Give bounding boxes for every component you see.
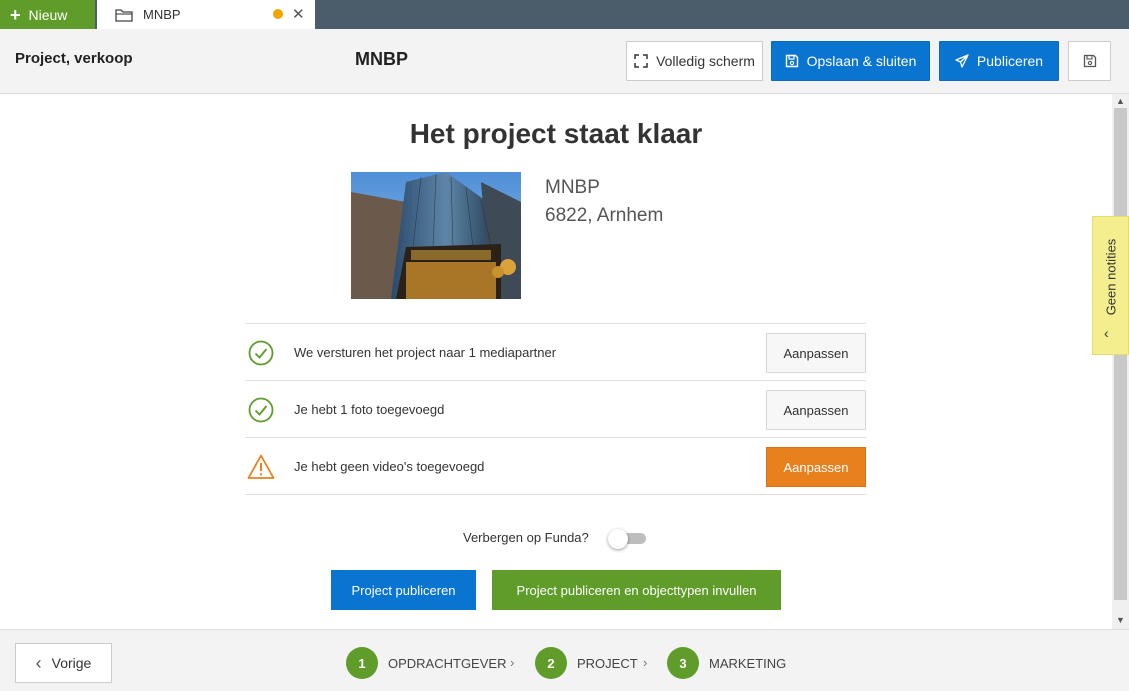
hide-funda-toggle[interactable] [608, 529, 648, 549]
new-button[interactable]: + Nieuw [0, 0, 95, 29]
adjust-videos-button[interactable]: Aanpassen [766, 447, 866, 487]
main-content: Het project staat klaar MNBP 6822, Arnhe… [0, 94, 1112, 629]
close-icon[interactable]: ✕ [292, 5, 305, 23]
save-icon [1083, 54, 1096, 68]
publish-project-button[interactable]: Project publiceren [331, 570, 476, 610]
step-number: 3 [667, 647, 699, 679]
paper-plane-icon [955, 54, 969, 68]
plus-icon: + [10, 4, 21, 25]
publish-objecttypes-button[interactable]: Project publiceren en objecttypen invull… [492, 570, 781, 610]
step-number: 1 [346, 647, 378, 679]
adjust-mediapartner-button[interactable]: Aanpassen [766, 333, 866, 373]
publish-button[interactable]: Publiceren [939, 41, 1059, 81]
save-close-label: Opslaan & sluiten [806, 53, 917, 69]
save-close-button[interactable]: Opslaan & sluiten [771, 41, 930, 81]
tab-strip: + Nieuw MNBP ✕ [0, 0, 1129, 29]
project-address: MNBP 6822, Arnhem [545, 174, 663, 230]
toggle-knob [608, 529, 628, 549]
step-project[interactable]: 2 PROJECT [535, 647, 638, 679]
address-city: 6822, Arnhem [545, 205, 664, 226]
header-bar: Project, verkoop MNBP Volledig scherm Op… [0, 29, 1129, 94]
project-photo [351, 172, 521, 299]
checklist-text: Je hebt 1 foto toegevoegd [294, 402, 445, 417]
adjust-photos-button[interactable]: Aanpassen [766, 390, 866, 430]
save-button[interactable] [1068, 41, 1111, 81]
step-marketing[interactable]: 3 MARKETING [667, 647, 786, 679]
checklist-row-videos: Je hebt geen video's toegevoegd Aanpasse… [245, 438, 866, 495]
previous-label: Vorige [51, 655, 92, 671]
address-name: MNBP [545, 177, 600, 198]
chevron-left-icon: ‹ [1104, 325, 1109, 341]
chevron-right-icon: › [643, 655, 648, 670]
status-heading: Het project staat klaar [409, 118, 703, 149]
scroll-up-icon[interactable]: ▲ [1116, 96, 1125, 106]
check-circle-icon [248, 340, 274, 366]
warning-icon [247, 454, 275, 479]
step-opdrachtgever[interactable]: 1 OPDRACHTGEVER [346, 647, 506, 679]
publish-checklist: We versturen het project naar 1 mediapar… [245, 323, 866, 495]
footer-bar: ‹ Vorige 1 OPDRACHTGEVER › 2 PROJECT › 3… [0, 629, 1129, 691]
folder-icon [115, 8, 133, 22]
checklist-text: We versturen het project naar 1 mediapar… [294, 345, 557, 360]
checklist-text: Je hebt geen video's toegevoegd [294, 459, 485, 474]
document-tab-label: MNBP [143, 7, 181, 22]
publish-label: Publiceren [976, 53, 1044, 69]
document-tab[interactable]: MNBP ✕ [97, 0, 315, 29]
page-title: MNBP [355, 49, 408, 69]
vertical-scrollbar[interactable]: ▲ ▼ [1112, 94, 1129, 629]
fullscreen-label: Volledig scherm [656, 53, 755, 69]
notes-label: Geen notities [1103, 238, 1119, 316]
section-title: Project, verkoop [15, 50, 133, 67]
step-label: OPDRACHTGEVER [388, 655, 507, 671]
fullscreen-button[interactable]: Volledig scherm [626, 41, 763, 81]
checklist-row-mediapartner: We versturen het project naar 1 mediapar… [245, 324, 866, 381]
scroll-down-icon[interactable]: ▼ [1116, 615, 1125, 625]
chevron-left-icon: ‹ [35, 652, 42, 673]
step-number: 2 [535, 647, 567, 679]
checklist-row-photos: Je hebt 1 foto toegevoegd Aanpassen [245, 381, 866, 438]
chevron-right-icon: › [510, 655, 515, 670]
unsaved-dot-icon [273, 9, 283, 19]
step-label: PROJECT [577, 655, 638, 671]
save-icon [785, 54, 798, 68]
hide-funda-label: Verbergen op Funda? [463, 530, 589, 545]
check-circle-icon [248, 397, 274, 423]
new-button-label: Nieuw [28, 6, 68, 23]
previous-button[interactable]: ‹ Vorige [15, 643, 112, 683]
fullscreen-icon [634, 54, 648, 68]
step-label: MARKETING [709, 655, 787, 671]
notes-panel-tab[interactable]: Geen notities ‹ [1092, 216, 1129, 355]
